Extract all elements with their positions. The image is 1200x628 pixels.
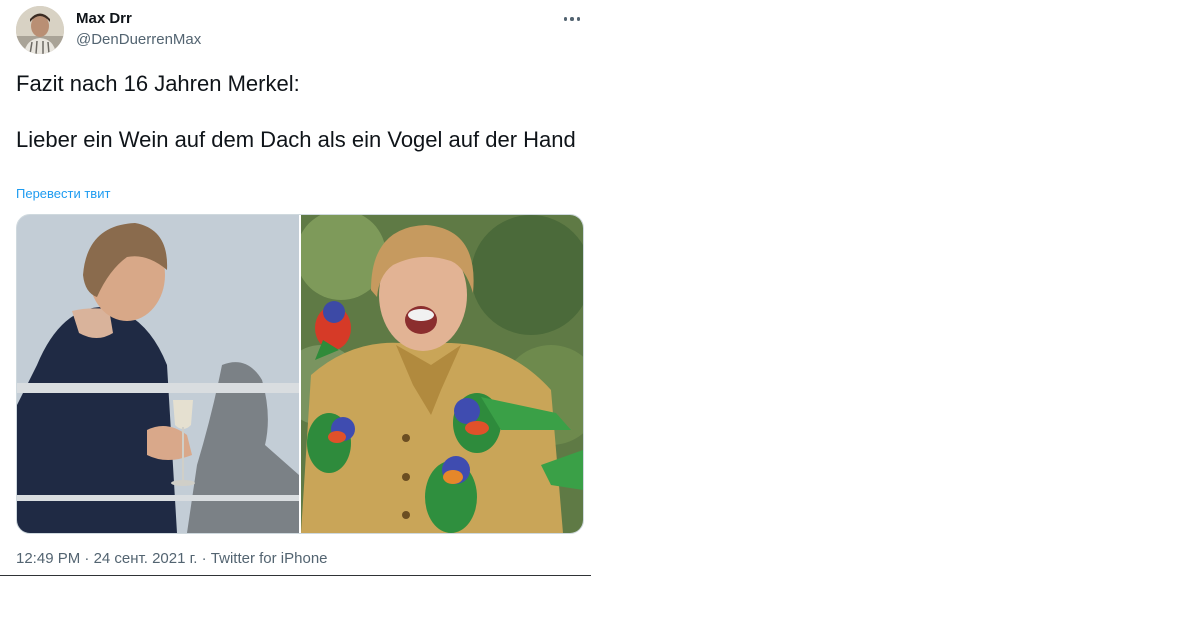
tweet-date[interactable]: 24 сент. 2021 г. [94, 550, 198, 567]
avatar-image [16, 6, 64, 54]
more-horizontal-icon [563, 17, 568, 21]
translate-tweet-link[interactable]: Перевести твит [16, 186, 110, 201]
avatar[interactable] [16, 6, 64, 54]
tweet-meta: 12:49 PM · 24 сент. 2021 г. · Twitter fo… [16, 550, 328, 567]
meta-separator: · [201, 550, 207, 567]
more-options-button[interactable] [558, 8, 586, 30]
tweet-media [16, 214, 584, 534]
photo-wine-balcony[interactable] [17, 215, 299, 533]
tweet-time[interactable]: 12:49 PM [16, 550, 80, 567]
more-horizontal-icon-dot [576, 17, 581, 21]
display-name[interactable]: Max Drr [76, 10, 132, 27]
tweet-card: Max Drr @DenDuerrenMax Fazit nach 16 Jah… [0, 0, 591, 576]
meta-separator: · [84, 550, 90, 567]
more-horizontal-icon-dot [570, 17, 574, 21]
tweet-source[interactable]: Twitter for iPhone [211, 550, 328, 567]
tweet-text: Fazit nach 16 Jahren Merkel: Lieber ein … [16, 71, 576, 152]
user-handle[interactable]: @DenDuerrenMax [76, 31, 201, 48]
photo-lorikeets[interactable] [301, 215, 583, 533]
